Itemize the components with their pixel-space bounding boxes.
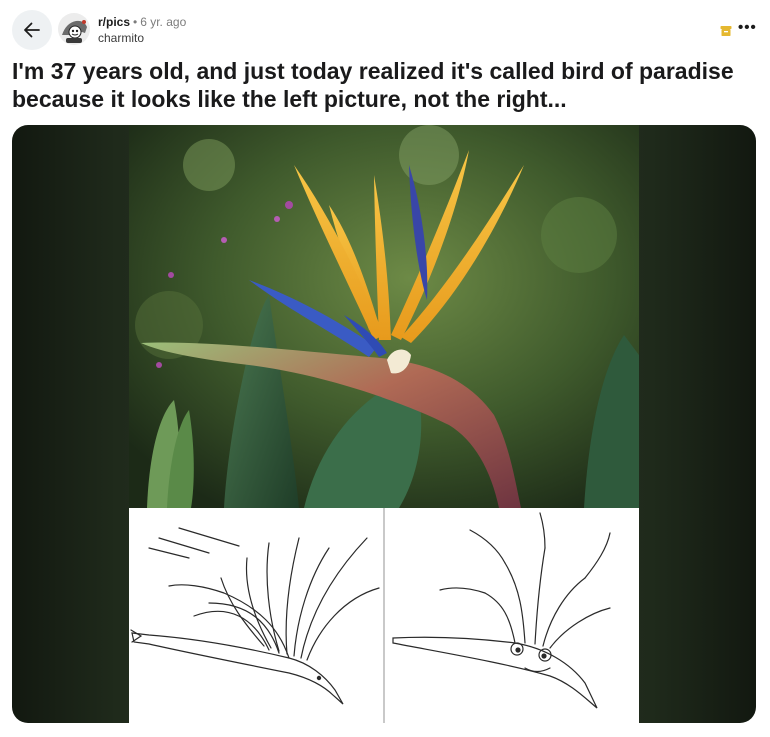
back-button[interactable] bbox=[12, 10, 52, 50]
subreddit-name[interactable]: r/pics bbox=[98, 15, 130, 29]
post-meta: r/pics • 6 yr. ago charmito bbox=[98, 14, 186, 46]
meta-separator: • bbox=[133, 15, 138, 29]
bird-sketch-right bbox=[392, 512, 611, 709]
sketch-left-panel bbox=[129, 508, 383, 723]
subreddit-avatar-image bbox=[58, 13, 90, 45]
archive-icon bbox=[720, 26, 732, 36]
author-name[interactable]: charmito bbox=[98, 30, 186, 46]
subreddit-avatar[interactable] bbox=[58, 13, 90, 45]
sketch-right-panel bbox=[385, 508, 639, 723]
arrow-left-icon bbox=[24, 22, 40, 38]
more-options-button[interactable]: ••• bbox=[738, 20, 757, 36]
bird-sketch-left bbox=[130, 527, 380, 705]
post-age: 6 yr. ago bbox=[140, 15, 187, 29]
image-composite bbox=[129, 125, 639, 723]
post-image[interactable] bbox=[12, 125, 756, 723]
flower-photo bbox=[129, 125, 639, 508]
post-title[interactable]: I'm 37 years old, and just today realize… bbox=[12, 57, 752, 113]
